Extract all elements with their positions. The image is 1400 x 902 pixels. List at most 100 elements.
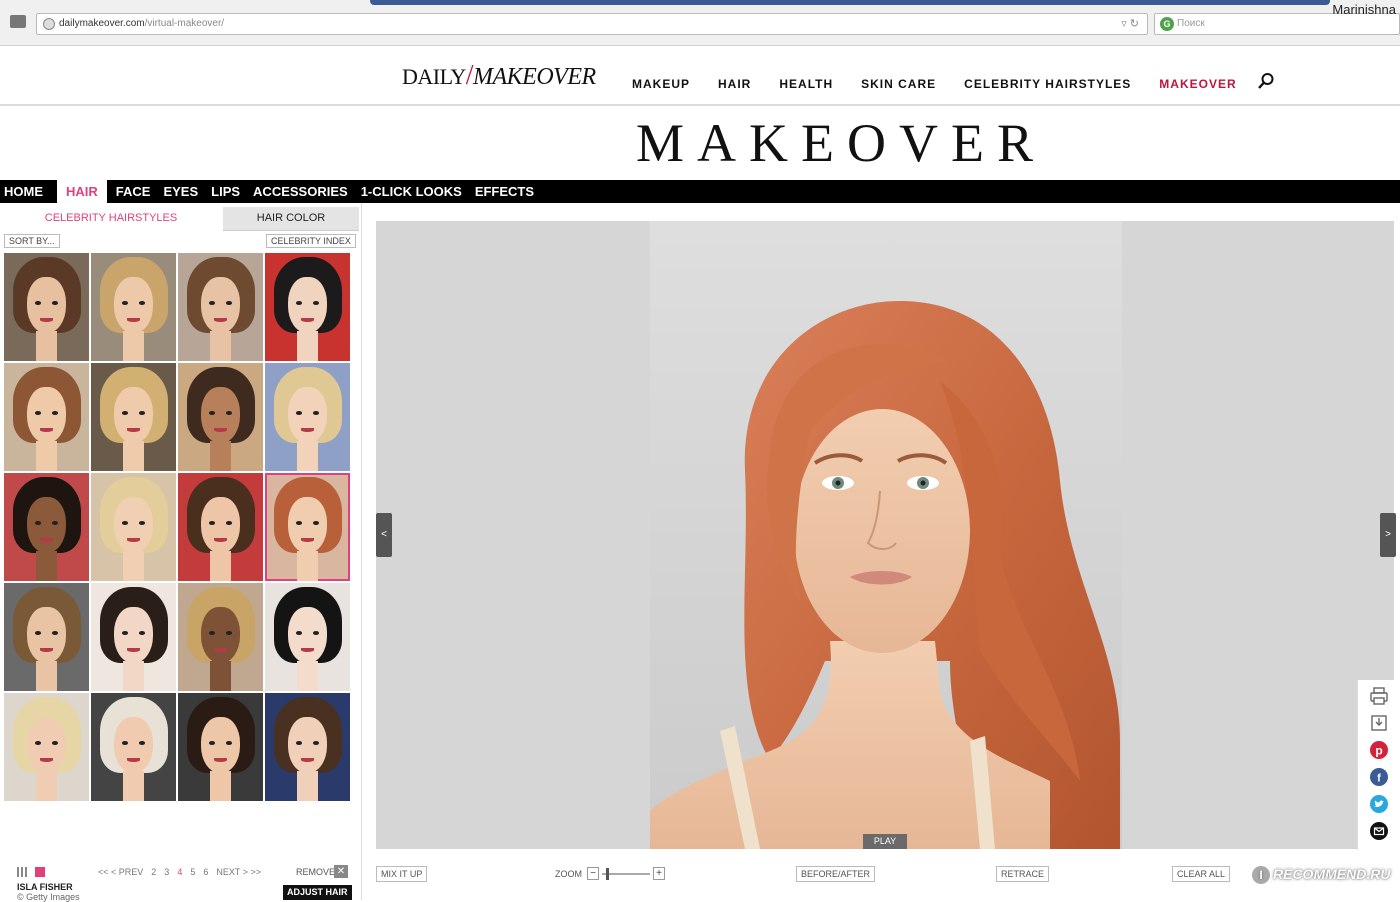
celebrity-thumbnail[interactable] [265,583,350,691]
thumbnail-face [26,386,67,443]
zoom-out-button[interactable]: − [587,867,599,880]
main-nav-item-makeover[interactable]: MAKEOVER [1159,77,1236,91]
thumbnail-eye [34,300,42,305]
before-after-button[interactable]: BEFORE/AFTER [796,866,876,882]
adjust-hair-button[interactable]: ADJUST HAIR [283,885,352,900]
celebrity-thumbnail[interactable] [178,473,263,581]
tab-effects[interactable]: EFFECTS [471,180,543,203]
tab-list-icon[interactable] [10,15,26,28]
email-icon[interactable] [1369,821,1389,841]
zoom-slider[interactable] [602,873,650,875]
facebook-icon[interactable]: f [1369,767,1389,787]
share-bar: p f [1357,680,1399,850]
tab-accessories[interactable]: ACCESSORIES [249,180,357,203]
pager-prev-link[interactable]: << < PREV [98,867,143,877]
thumbnail-neck [210,330,231,361]
thumbnail-eye [138,520,146,525]
thumbnail-eye [51,300,59,305]
search-icon[interactable] [1257,72,1275,90]
celebrity-thumbnail[interactable] [265,253,350,361]
print-icon[interactable] [1369,686,1389,706]
celebrity-thumbnail[interactable] [4,363,89,471]
browser-toolbar: dailymakeover.com/virtual-makeover/ ▿ ↻ … [0,0,1400,46]
thumbnail-eye [51,740,59,745]
tab-1-click-looks[interactable]: 1-CLICK LOOKS [357,180,471,203]
pager-page-4[interactable]: 4 [177,867,182,877]
pager-page-2[interactable]: 2 [151,867,156,877]
tab-hair[interactable]: HAIR [57,180,107,203]
hair-sub-tabs: CELEBRITY HAIRSTYLES HAIR COLOR [0,207,362,231]
celebrity-thumbnail[interactable] [4,253,89,361]
thumbnail-eye [208,300,216,305]
thumbnail-face [200,386,241,443]
thumbnail-face [287,386,328,443]
thumbnail-face [113,276,154,333]
celebrity-thumbnail[interactable] [91,473,176,581]
close-icon[interactable]: ✕ [334,865,348,878]
reload-icon[interactable]: ▿ ↻ [1121,17,1139,30]
main-nav-item-celebrity-hairstyles[interactable]: CELEBRITY HAIRSTYLES [964,77,1131,91]
thumbnail-eye [208,410,216,415]
zoom-in-button[interactable]: + [653,867,665,880]
main-nav-item-skin-care[interactable]: SKIN CARE [861,77,936,91]
retrace-button[interactable]: RETRACE [996,866,1050,882]
thumbnail-neck [210,770,231,801]
pager-next-link[interactable]: NEXT > >> [216,867,261,877]
celebrity-thumbnail[interactable] [4,693,89,801]
celebrity-thumbnail[interactable] [178,253,263,361]
thumbnail-eye [208,630,216,635]
pinterest-icon[interactable]: p [1369,740,1389,760]
celebrity-thumbnail[interactable] [91,253,176,361]
remove-button[interactable]: REMOVE [296,867,335,877]
thumbnail-eye [208,740,216,745]
zoom-slider-handle[interactable] [606,868,610,880]
thumbnail-eye [295,630,303,635]
celebrity-grid [4,253,350,801]
celebrity-thumbnail[interactable] [91,693,176,801]
grid-view-icon[interactable] [35,867,45,877]
pager-page-5[interactable]: 5 [190,867,195,877]
celebrity-thumbnail[interactable] [178,363,263,471]
address-bar[interactable]: dailymakeover.com/virtual-makeover/ ▿ ↻ [36,13,1148,35]
tab-celebrity-hairstyles[interactable]: CELEBRITY HAIRSTYLES [0,207,222,231]
thumbnail-eye [225,740,233,745]
site-logo[interactable]: DAILY/MAKEOVER [402,60,596,92]
celebrity-thumbnail[interactable] [178,693,263,801]
celebrity-thumbnail[interactable] [4,583,89,691]
twitter-icon[interactable] [1369,794,1389,814]
tab-home[interactable]: HOME [0,180,52,203]
next-arrow-button[interactable]: > [1380,513,1396,557]
thumbnail-eye [34,410,42,415]
svg-text:p: p [1375,744,1382,758]
celebrity-thumbnail[interactable] [91,583,176,691]
thumbnail-eye [312,630,320,635]
clear-all-button[interactable]: CLEAR ALL [1172,866,1231,882]
tab-eyes[interactable]: EYES [159,180,207,203]
tab-face[interactable]: FACE [112,180,160,203]
celebrity-thumbnail[interactable] [265,363,350,471]
celebrity-thumbnail[interactable] [265,693,350,801]
list-view-icon[interactable] [17,867,27,877]
sort-by-button[interactable]: SORT BY... [4,234,60,248]
thumbnail-eye [34,630,42,635]
celebrity-index-button[interactable]: CELEBRITY INDEX [266,234,356,248]
tab-lips[interactable]: LIPS [207,180,249,203]
thumbnail-eye [138,300,146,305]
previous-arrow-button[interactable]: < [376,513,392,557]
celebrity-thumbnail[interactable] [91,363,176,471]
celebrity-thumbnail[interactable] [265,473,350,581]
thumbnail-neck [36,330,57,361]
pager-page-3[interactable]: 3 [164,867,169,877]
pager-page-6[interactable]: 6 [203,867,208,877]
play-button[interactable]: PLAY [863,834,907,849]
main-nav-item-makeup[interactable]: MAKEUP [632,77,690,91]
main-nav-item-health[interactable]: HEALTH [779,77,833,91]
tab-hair-color[interactable]: HAIR COLOR [223,207,359,231]
save-icon[interactable] [1369,713,1389,733]
thumbnail-eye [312,520,320,525]
main-nav-item-hair[interactable]: HAIR [718,77,751,91]
thumbnail-neck [123,660,144,691]
celebrity-thumbnail[interactable] [4,473,89,581]
mix-it-up-button[interactable]: MIX IT UP [376,866,428,882]
celebrity-thumbnail[interactable] [178,583,263,691]
